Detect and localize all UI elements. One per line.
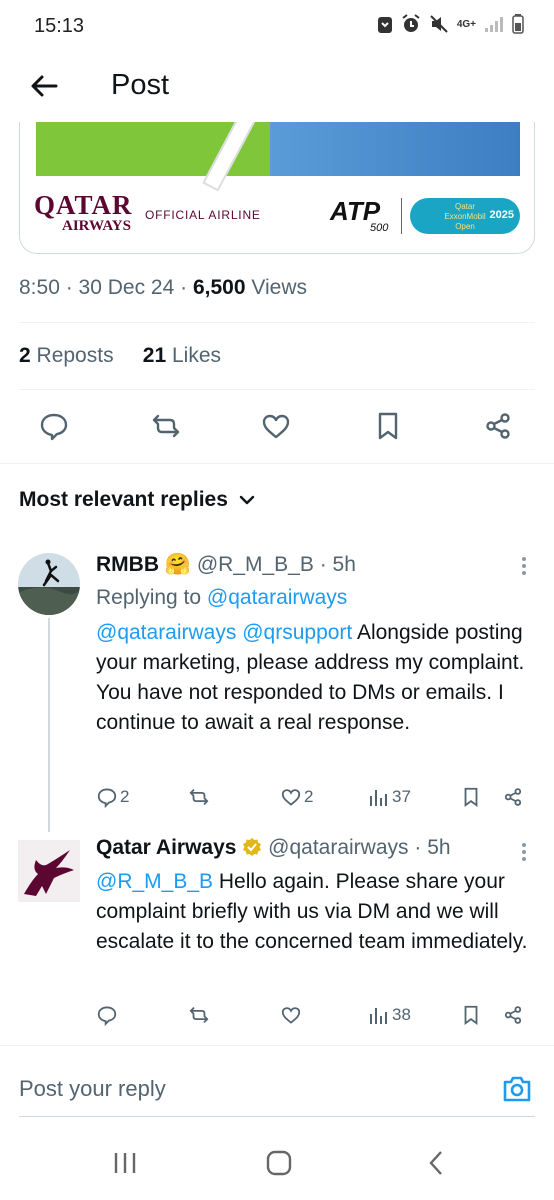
reply-actions: 2 2 37 xyxy=(0,786,554,812)
repost-action[interactable] xyxy=(188,1004,210,1026)
author-handle[interactable]: @qatarairways xyxy=(268,836,408,859)
more-options-icon[interactable] xyxy=(520,556,528,576)
reply-time: 5h xyxy=(332,553,356,576)
reply-icon xyxy=(97,788,117,808)
logo-divider xyxy=(401,198,402,234)
reply-action[interactable] xyxy=(96,1004,118,1026)
repost-icon xyxy=(189,1007,209,1023)
like-icon xyxy=(281,789,301,806)
atp-level: 500 xyxy=(370,222,389,234)
battery-icon xyxy=(512,14,524,34)
hugging-face-emoji: 🤗 xyxy=(164,553,191,576)
reposts-stat[interactable]: 2 Reposts xyxy=(19,344,114,367)
media-image-blue xyxy=(270,122,520,176)
more-options-icon[interactable] xyxy=(520,842,528,862)
replies-sort-dropdown[interactable]: Most relevant replies xyxy=(19,488,256,512)
views-count: 6,500 xyxy=(192,276,246,299)
section-divider xyxy=(0,463,554,464)
post-time: 8:50 xyxy=(19,276,60,299)
official-airline-text: OFFICIAL AIRLINE xyxy=(145,208,261,222)
post-stats: 2 Reposts 21 Likes xyxy=(19,344,221,368)
views-count: 37 xyxy=(392,787,411,806)
reply-icon xyxy=(97,1006,117,1026)
like-action[interactable]: 2 xyxy=(280,786,313,808)
post-date: 30 Dec 24 xyxy=(78,276,175,299)
wallet-icon xyxy=(377,17,392,33)
share-icon[interactable] xyxy=(502,786,524,808)
views-count: 38 xyxy=(392,1005,411,1024)
reply-header: Qatar Airways @qatarairways · 5h xyxy=(96,836,451,859)
bookmark-icon[interactable] xyxy=(372,410,404,442)
home-icon[interactable] xyxy=(266,1150,292,1176)
tournament-badge: Qatar ExxonMobil Open 2025 xyxy=(410,198,520,234)
divider xyxy=(19,322,535,323)
top-bar: Post xyxy=(0,56,554,126)
status-time: 15:13 xyxy=(34,15,85,37)
views-action[interactable]: 38 xyxy=(368,1004,411,1026)
input-underline xyxy=(19,1116,535,1117)
reply-count: 2 xyxy=(120,787,130,806)
repost-icon xyxy=(189,789,209,805)
replying-to: Replying to @qatarairways xyxy=(96,586,348,609)
reply-text: @R_M_B_B Hello again. Please share your … xyxy=(96,870,528,953)
reply-actions: 38 xyxy=(0,1004,554,1030)
thread-line xyxy=(48,618,50,832)
reply-time: 5h xyxy=(427,836,451,859)
reply-header: RMBB 🤗 @R_M_B_B · 5h xyxy=(96,553,356,576)
signal-icon xyxy=(485,17,503,32)
verified-badge-icon xyxy=(243,838,262,856)
reply-text: @qatarairways @qrsupport Alongside posti… xyxy=(96,621,525,734)
share-icon[interactable] xyxy=(502,1004,524,1026)
analytics-icon xyxy=(370,1008,387,1024)
repost-action[interactable] xyxy=(188,786,210,808)
author-handle[interactable]: @R_M_B_B xyxy=(197,553,314,576)
analytics-icon xyxy=(370,790,387,806)
mute-icon xyxy=(430,15,448,33)
alarm-icon xyxy=(402,14,420,32)
share-icon[interactable] xyxy=(482,410,514,442)
status-icons: 4G+ xyxy=(377,14,524,34)
bookmark-icon[interactable] xyxy=(460,786,482,808)
author-name[interactable]: Qatar Airways xyxy=(96,836,236,859)
back-nav-icon[interactable] xyxy=(424,1150,450,1176)
like-icon[interactable] xyxy=(260,410,292,442)
views-action[interactable]: 37 xyxy=(368,786,411,808)
back-arrow-icon[interactable] xyxy=(26,68,62,104)
system-nav-bar xyxy=(0,1130,554,1200)
repost-icon[interactable] xyxy=(150,410,182,442)
camera-icon[interactable] xyxy=(500,1072,534,1106)
like-action[interactable] xyxy=(280,1004,302,1026)
like-count: 2 xyxy=(304,787,314,806)
mention-link[interactable]: @qrsupport xyxy=(242,621,352,644)
avatar[interactable] xyxy=(18,840,80,902)
mention-link[interactable]: @qatarairways xyxy=(96,621,236,644)
likes-stat[interactable]: 21 Likes xyxy=(143,344,221,367)
author-name[interactable]: RMBB xyxy=(96,553,159,576)
views-label: Views xyxy=(251,276,307,299)
status-bar: 15:13 4G+ xyxy=(0,0,554,56)
divider xyxy=(19,389,535,390)
post-actions xyxy=(0,410,554,450)
reply-icon[interactable] xyxy=(38,410,70,442)
media-card[interactable]: QATAR AIRWAYS OFFICIAL AIRLINE ATP 500 Q… xyxy=(19,122,535,254)
like-icon xyxy=(281,1007,301,1024)
chevron-down-icon xyxy=(239,495,255,505)
composer-divider xyxy=(0,1045,554,1046)
reply-input[interactable]: Post your reply xyxy=(19,1076,166,1102)
qatar-airways-logo: QATAR AIRWAYS xyxy=(34,190,133,234)
bookmark-icon[interactable] xyxy=(460,1004,482,1026)
recent-apps-icon[interactable] xyxy=(112,1150,138,1176)
mention-link[interactable]: @R_M_B_B xyxy=(96,870,213,893)
replying-to-link[interactable]: @qatarairways xyxy=(207,586,347,609)
page-title: Post xyxy=(111,69,170,101)
post-meta: 8:50 · 30 Dec 24 · 6,500 Views xyxy=(19,276,307,299)
reply-action[interactable]: 2 xyxy=(96,786,129,808)
avatar[interactable] xyxy=(18,553,80,615)
network-label: 4G+ xyxy=(456,18,476,30)
